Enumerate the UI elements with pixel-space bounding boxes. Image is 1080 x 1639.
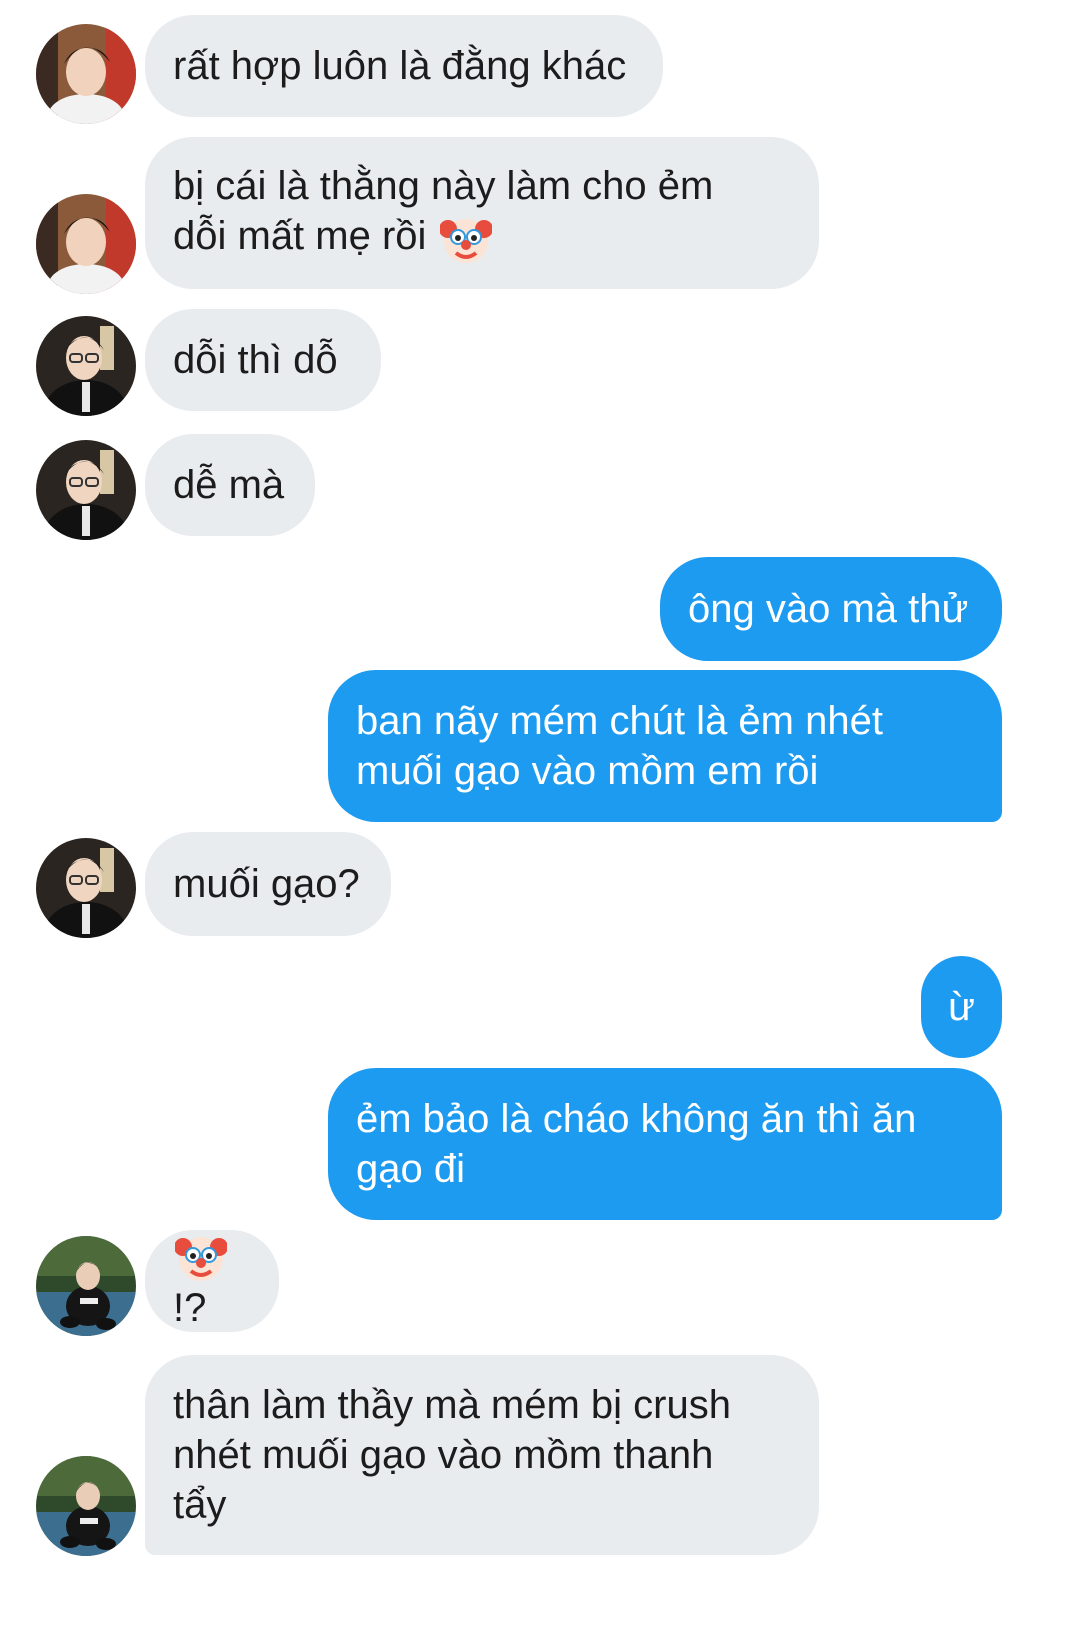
- message-text-part: !?: [173, 1285, 207, 1330]
- avatar[interactable]: [36, 194, 136, 294]
- message-text: bị cái là thằng này làm cho ẻm dỗi mất m…: [173, 161, 713, 264]
- avatar-image-dark-suit: [36, 838, 136, 938]
- avatar-image-court: [36, 1456, 136, 1556]
- avatar-image-light-shirt: [36, 194, 136, 294]
- message-text: !?: [173, 1229, 251, 1332]
- avatar[interactable]: [36, 838, 136, 938]
- message-text: ừ: [948, 985, 975, 1029]
- avatar-image-court: [36, 1236, 136, 1336]
- avatar[interactable]: [36, 1456, 136, 1556]
- message-text: ẻm bảo là cháo không ăn thì ăn gạo đi: [356, 1097, 917, 1191]
- message-bubble[interactable]: dỗi thì dỗ: [145, 309, 381, 411]
- message-bubble[interactable]: ông vào mà thử: [660, 557, 1002, 661]
- avatar[interactable]: [36, 316, 136, 416]
- message-text: dỗi thì dỗ: [173, 338, 338, 382]
- message-bubble[interactable]: rất hợp luôn là đằng khác: [145, 15, 663, 117]
- avatar-image-light-shirt: [36, 24, 136, 124]
- avatar[interactable]: [36, 1236, 136, 1336]
- message-bubble[interactable]: ừ: [921, 956, 1002, 1058]
- chat-thread: rất hợp luôn là đằng khác bị cái là thằn…: [0, 0, 1080, 1639]
- message-bubble[interactable]: !?: [145, 1230, 279, 1332]
- message-bubble[interactable]: bị cái là thằng này làm cho ẻm dỗi mất m…: [145, 137, 819, 289]
- avatar[interactable]: [36, 440, 136, 540]
- message-bubble[interactable]: ẻm bảo là cháo không ăn thì ăn gạo đi: [328, 1068, 1002, 1220]
- message-bubble[interactable]: muối gạo?: [145, 832, 391, 936]
- message-text: ông vào mà thử: [688, 587, 969, 631]
- avatar[interactable]: [36, 24, 136, 124]
- message-text: rất hợp luôn là đằng khác: [173, 44, 627, 88]
- message-text: dễ mà: [173, 463, 285, 507]
- message-bubble[interactable]: ban nãy mém chút là ẻm nhét muối gạo vào…: [328, 670, 1002, 822]
- avatar-image-dark-suit: [36, 440, 136, 540]
- avatar-image-dark-suit: [36, 316, 136, 416]
- message-bubble[interactable]: thân làm thầy mà mém bị crush nhét muối …: [145, 1355, 819, 1555]
- message-text: ban nãy mém chút là ẻm nhét muối gạo vào…: [356, 699, 883, 793]
- clown-face-emoji-icon: [439, 218, 492, 263]
- clown-face-emoji-icon: [175, 1236, 227, 1281]
- message-text: thân làm thầy mà mém bị crush nhét muối …: [173, 1383, 731, 1527]
- message-text: muối gạo?: [173, 862, 360, 906]
- message-bubble[interactable]: dễ mà: [145, 434, 315, 536]
